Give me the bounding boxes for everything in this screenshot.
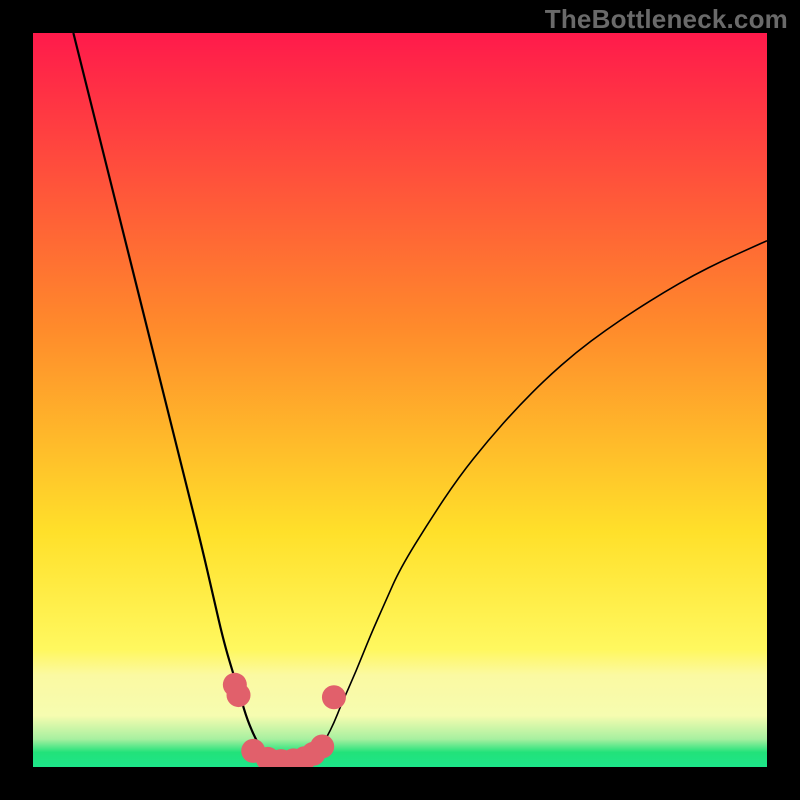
attribution-label: TheBottleneck.com [545,4,788,35]
data-dot [310,734,334,758]
data-dot [227,683,251,707]
bottleneck-chart [33,33,767,767]
chart-frame [33,33,767,767]
gradient-bg [33,33,767,767]
data-dot [322,685,346,709]
